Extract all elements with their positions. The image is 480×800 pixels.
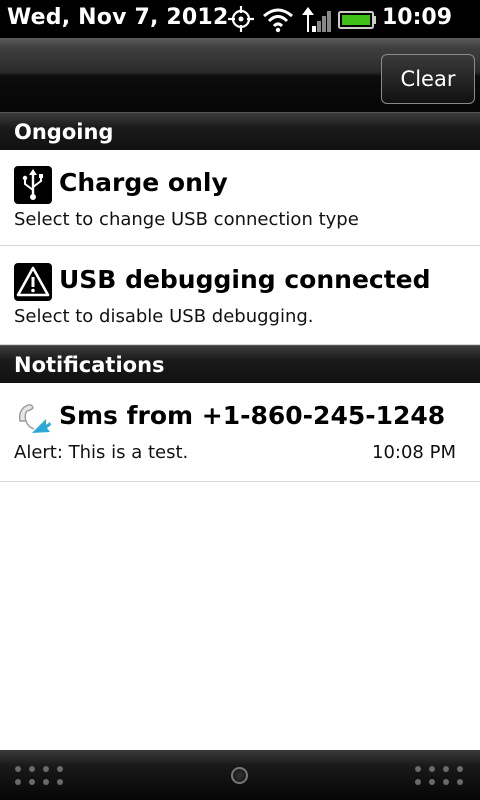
status-bar: Wed, Nov 7, 2012 10:09 <box>0 0 480 53</box>
gps-icon <box>228 6 254 32</box>
clear-button[interactable]: Clear <box>381 54 475 104</box>
section-header-ongoing: Ongoing <box>0 112 480 150</box>
notification-drag-bar[interactable] <box>0 750 480 800</box>
warning-icon <box>14 263 52 301</box>
section-header-notifications: Notifications <box>0 345 480 383</box>
signal-icon <box>302 7 331 32</box>
notification-text: Alert: This is a test. <box>14 442 189 463</box>
notification-title: Sms from +1-860-245-1248 <box>59 401 446 430</box>
status-time-value: 10:09 <box>382 5 453 30</box>
notification-text: Select to disable USB debugging. <box>14 306 314 327</box>
battery-icon <box>338 11 376 29</box>
notification-usb-debugging[interactable]: USB debugging connected Select to disabl… <box>0 247 480 345</box>
notification-header: Clear <box>0 38 480 112</box>
drag-handle[interactable] <box>231 767 248 784</box>
notification-charge-only[interactable]: Charge only Select to change USB connect… <box>0 150 480 246</box>
notification-title: Charge only <box>59 168 228 197</box>
status-date: Wed, Nov 7, 2012 <box>7 5 229 30</box>
notification-sms[interactable]: Sms from +1-860-245-1248 Alert: This is … <box>0 383 480 482</box>
wifi-icon <box>263 8 293 33</box>
notification-time: 10:08 PM <box>372 442 456 463</box>
usb-icon <box>14 166 52 204</box>
notification-title: USB debugging connected <box>59 265 431 294</box>
sms-icon <box>18 404 51 433</box>
notification-text: Select to change USB connection type <box>14 209 359 230</box>
